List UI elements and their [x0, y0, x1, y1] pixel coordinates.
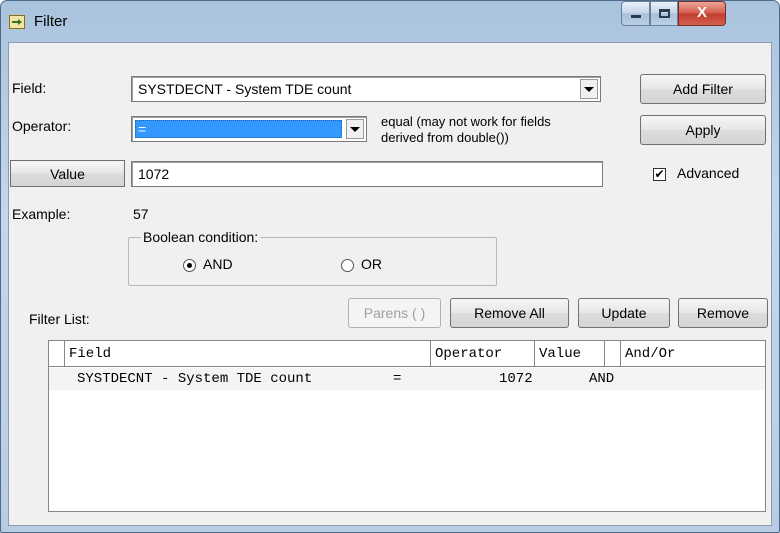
or-radio-label: OR: [361, 256, 382, 272]
operator-dropdown-button[interactable]: [346, 119, 364, 139]
operator-combobox[interactable]: =: [131, 116, 367, 142]
and-radio-label: AND: [203, 256, 233, 272]
add-filter-button[interactable]: Add Filter: [640, 74, 766, 104]
list-header-spacer: [605, 341, 621, 367]
close-button[interactable]: X: [678, 1, 726, 26]
filter-list-label: Filter List:: [29, 311, 90, 327]
remove-all-button[interactable]: Remove All: [450, 298, 569, 328]
row-operator-cell: =: [393, 371, 402, 387]
operator-hint-line2: derived from double()): [381, 130, 509, 145]
operator-hint-line1: equal (may not work for fields: [381, 114, 551, 129]
boolean-condition-legend: Boolean condition:: [141, 229, 261, 245]
operator-hint: equal (may not work for fields derived f…: [381, 114, 551, 146]
example-label: Example:: [12, 206, 71, 222]
maximize-button[interactable]: [650, 1, 678, 26]
minimize-button[interactable]: [621, 1, 650, 26]
remove-button[interactable]: Remove: [678, 298, 768, 328]
apply-button[interactable]: Apply: [640, 115, 766, 145]
row-and-or-cell: AND: [589, 371, 615, 387]
operator-label: Operator:: [12, 118, 72, 134]
value-button[interactable]: Value: [10, 160, 125, 187]
field-combobox[interactable]: SYSTDECNT - System TDE count: [131, 76, 601, 102]
advanced-label: Advanced: [677, 165, 740, 181]
column-header-value[interactable]: Value: [535, 341, 605, 367]
row-field-cell: SYSTDECNT - System TDE count: [77, 371, 313, 387]
or-radio[interactable]: [341, 259, 354, 272]
close-icon: X: [696, 4, 707, 21]
advanced-checkbox[interactable]: ✔: [653, 168, 666, 181]
row-value-cell: 1072: [499, 371, 533, 387]
operator-selection-highlight: =: [135, 120, 342, 138]
minimize-icon: [630, 15, 641, 18]
field-combobox-value: SYSTDECNT - System TDE count: [138, 81, 352, 97]
filter-window-icon: [9, 15, 25, 29]
column-header-field[interactable]: Field: [65, 341, 431, 367]
chevron-down-icon: [350, 126, 360, 132]
list-header-spacer: [49, 341, 65, 367]
operator-combobox-value: =: [138, 121, 147, 137]
boolean-condition-group: Boolean condition:: [128, 229, 497, 286]
field-dropdown-button[interactable]: [580, 79, 598, 99]
field-label: Field:: [12, 80, 47, 96]
chevron-down-icon: [584, 86, 594, 92]
value-input-text: 1072: [138, 166, 170, 182]
maximize-icon: [658, 9, 670, 18]
example-value: 57: [133, 206, 149, 222]
parens-button[interactable]: Parens ( ): [348, 298, 441, 328]
update-button[interactable]: Update: [578, 298, 670, 328]
value-input[interactable]: 1072: [131, 161, 603, 187]
column-header-and-or[interactable]: And/Or: [621, 341, 765, 367]
filter-list-view[interactable]: Field Operator Value And/Or SYSTDECNT - …: [48, 340, 766, 512]
window-title: Filter: [34, 13, 68, 30]
column-header-operator[interactable]: Operator: [431, 341, 535, 367]
and-radio[interactable]: [183, 259, 196, 272]
table-row[interactable]: SYSTDECNT - System TDE count = 1072 AND: [49, 368, 765, 390]
